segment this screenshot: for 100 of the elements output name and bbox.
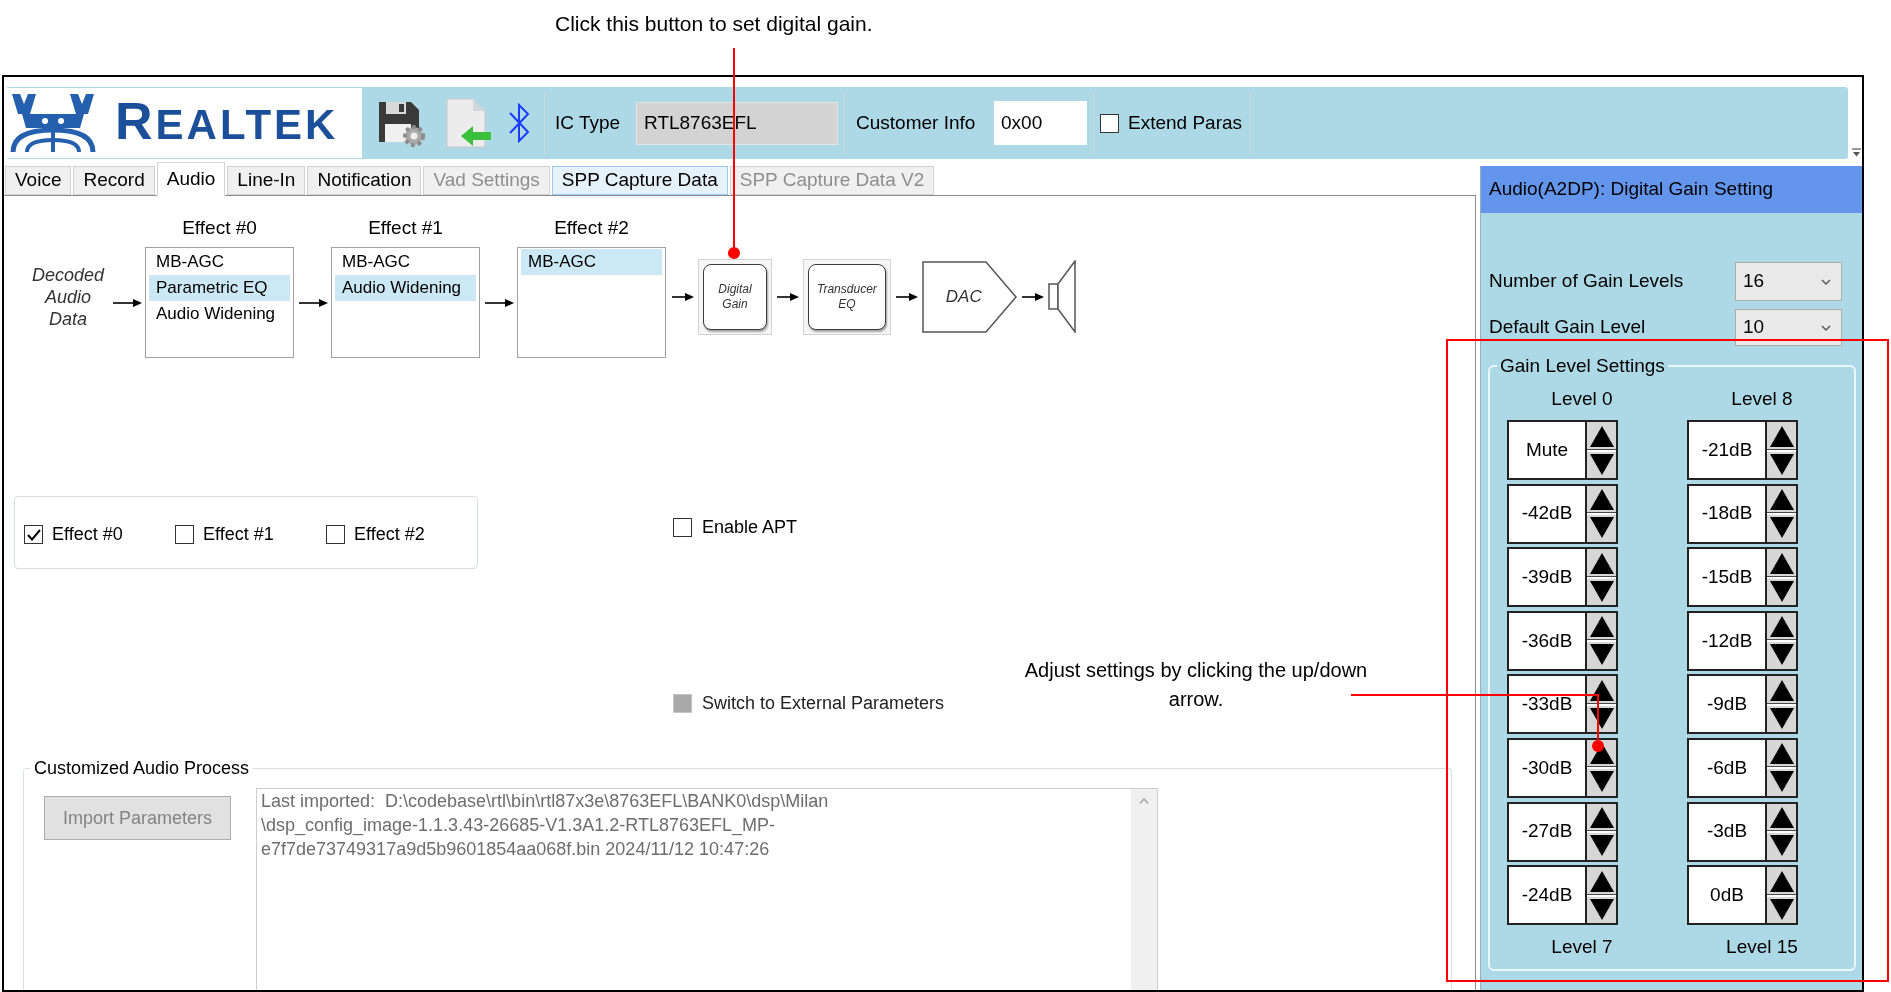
dropdown[interactable]: 10 <box>1735 309 1842 346</box>
triangle-down-icon <box>1769 771 1794 793</box>
triangle-down-icon <box>1769 517 1794 539</box>
gain-value-field[interactable]: -42dB <box>1507 483 1587 544</box>
gain-value-field[interactable]: -12dB <box>1687 610 1767 671</box>
list-item[interactable]: MB-AGC <box>521 249 662 275</box>
level-label: Level 15 <box>1726 936 1798 959</box>
gain-value-field[interactable]: Mute <box>1507 420 1587 480</box>
triangle-up-icon <box>1769 552 1794 574</box>
scrollbar-track[interactable] <box>1131 789 1157 990</box>
triangle-down-icon <box>1769 707 1794 729</box>
field-label: IC Type <box>555 110 622 135</box>
list-item[interactable]: Audio Widening <box>335 275 476 301</box>
triangle-down-icon <box>1589 771 1614 793</box>
checkbox-label: Effect #2 <box>354 523 425 546</box>
checkbox-label: Enable APT <box>702 516 798 539</box>
flow-arrow <box>113 297 142 308</box>
triangle-down-icon <box>1589 707 1614 729</box>
panel-title-bar: Audio(A2DP): Digital Gain Setting <box>1481 166 1862 213</box>
flow-arrow <box>895 291 918 302</box>
gain-value-field[interactable]: -30dB <box>1507 737 1587 798</box>
checkbox[interactable] <box>24 525 43 544</box>
checkbox-label: Switch to External Parameters <box>702 693 945 714</box>
tab[interactable]: Voice <box>5 166 72 195</box>
gain-value-field[interactable]: -39dB <box>1507 547 1587 608</box>
gain-value-field[interactable]: -36dB <box>1507 610 1587 671</box>
triangle-down-icon <box>1769 835 1794 857</box>
gain-value-field[interactable]: -15dB <box>1687 547 1767 608</box>
group-title: Customized Audio Process <box>33 757 251 779</box>
gain-value-field[interactable]: -3dB <box>1687 801 1767 862</box>
triangle-down-icon <box>1769 453 1794 475</box>
source-label: Decoded Audio Data <box>30 263 106 330</box>
tab[interactable]: SPP Capture Data <box>551 166 728 195</box>
dropdown[interactable]: 16 <box>1735 262 1842 301</box>
flow-arrow <box>485 297 514 308</box>
triangle-up-icon <box>1769 870 1794 892</box>
checkbox-label: Effect #1 <box>203 523 274 546</box>
checkbox[interactable] <box>326 525 345 544</box>
flow-arrow <box>672 291 694 302</box>
logo-text: REALTEK <box>115 95 339 151</box>
triangle-down-icon <box>1769 644 1794 666</box>
list-item[interactable]: Parametric EQ <box>149 275 290 301</box>
customer-info-field[interactable]: 0x00 <box>994 101 1087 145</box>
gain-value-field[interactable]: -21dB <box>1687 420 1767 480</box>
stage-button[interactable]: Digital Gain <box>698 258 772 335</box>
level-label: Level 8 <box>1731 388 1793 410</box>
tab[interactable]: Line-In <box>227 166 306 195</box>
effect-title: Effect #1 <box>368 217 443 240</box>
field-label: Default Gain Level <box>1489 315 1646 340</box>
group-title: Gain Level Settings <box>1499 355 1666 377</box>
speaker-icon <box>1047 260 1076 333</box>
checkbox-label: Effect #0 <box>52 523 123 546</box>
triangle-up-icon <box>1769 489 1794 511</box>
triangle-down-icon <box>1589 453 1614 475</box>
triangle-up-icon <box>1589 616 1614 638</box>
triangle-up-icon <box>1589 552 1614 574</box>
gain-value-field[interactable]: -27dB <box>1507 801 1587 862</box>
chevron-down-icon <box>1821 278 1831 285</box>
triangle-up-icon <box>1769 616 1794 638</box>
triangle-up-icon <box>1589 679 1614 701</box>
spin-down-button[interactable] <box>1587 449 1616 478</box>
triangle-down-icon <box>1589 580 1614 602</box>
spin-down-button[interactable] <box>1767 449 1796 478</box>
checkbox[interactable] <box>1100 113 1119 133</box>
field-label: Number of Gain Levels <box>1489 269 1684 294</box>
stage-button[interactable]: Transducer EQ <box>803 258 891 335</box>
checkbox[interactable] <box>673 518 692 537</box>
gain-value-field[interactable]: -24dB <box>1507 865 1587 926</box>
triangle-up-icon <box>1589 425 1614 447</box>
gain-value-field[interactable]: 0dB <box>1687 865 1767 926</box>
tab[interactable]: Notification <box>307 166 422 195</box>
gain-value-field[interactable]: -18dB <box>1687 483 1767 544</box>
field-label: Customer Info <box>856 110 977 135</box>
triangle-up-icon <box>1769 679 1794 701</box>
gain-value-field[interactable]: -6dB <box>1687 737 1767 798</box>
triangle-down-icon <box>1589 898 1614 920</box>
triangle-up-icon <box>1589 489 1614 511</box>
triangle-down-icon <box>1589 517 1614 539</box>
checkmark-icon <box>26 528 41 541</box>
tab[interactable]: Record <box>73 166 155 195</box>
level-label: Level 0 <box>1551 388 1613 410</box>
flow-arrow <box>777 291 799 302</box>
level-label: Level 7 <box>1551 936 1613 959</box>
callout-text: Adjust settings by clicking the up/down arrow. <box>1023 658 1369 712</box>
triangle-down-icon <box>1769 898 1794 920</box>
gain-value-field[interactable]: -9dB <box>1687 674 1767 735</box>
triangle-up-icon <box>1769 425 1794 447</box>
flow-arrow <box>299 297 328 308</box>
gain-value-field[interactable]: -33dB <box>1507 674 1587 735</box>
triangle-up-icon <box>1589 807 1614 829</box>
bluetooth-icon[interactable] <box>508 103 530 143</box>
effect-title: Effect #0 <box>182 217 257 240</box>
chevron-down-icon <box>1821 324 1831 331</box>
dac-block: DAC <box>921 260 1017 333</box>
log-textarea[interactable]: Last imported: D:\codebase\rtl\bin\rtl87x3e\8763EFL\BANK0\dsp\Milan \dsp_config_image-1.1.3.43-26685-V1.3A1.2-RTL8763EFL_MP- e7f7de73749317a9d5b9601854aa068f.bin 2024/11/12 10:47:26 <box>256 788 1158 990</box>
triangle-down-icon <box>1769 580 1794 602</box>
triangle-up-icon <box>1589 870 1614 892</box>
tab[interactable]: Audio <box>156 162 226 196</box>
checkbox[interactable] <box>175 525 194 544</box>
overflow-icon[interactable] <box>1852 148 1861 157</box>
